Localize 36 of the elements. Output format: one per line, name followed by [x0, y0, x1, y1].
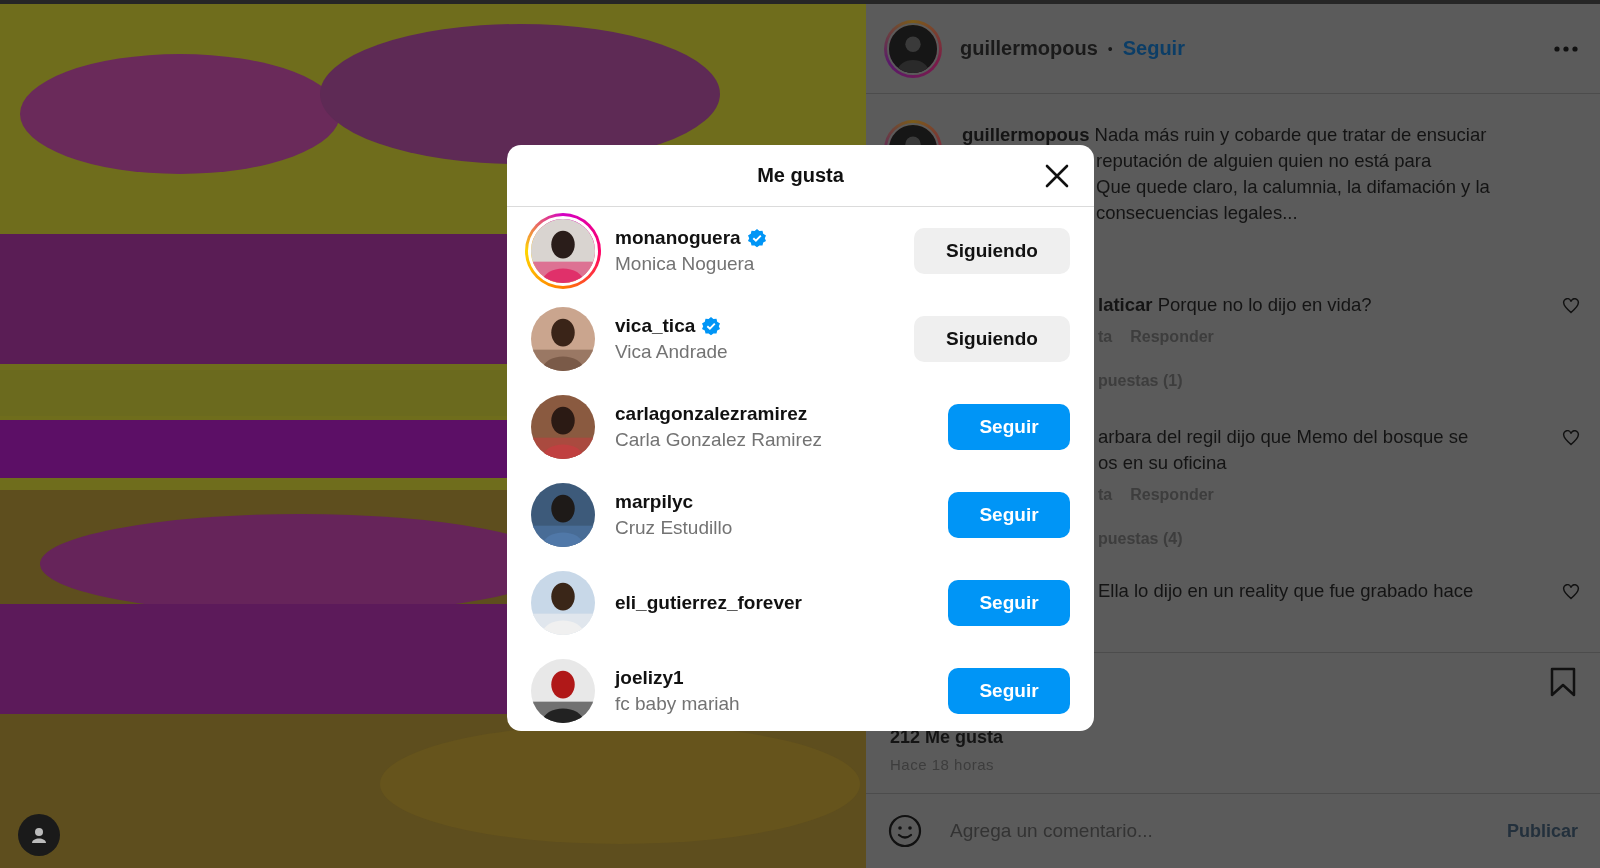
full-name: Cruz Estudillo — [615, 517, 733, 539]
heart-icon[interactable] — [1562, 430, 1580, 446]
heart-icon[interactable] — [1562, 584, 1580, 600]
username[interactable]: eli_gutierrez_forever — [615, 592, 802, 614]
separator-dot: • — [1107, 40, 1113, 57]
username[interactable]: joelizy1 — [615, 667, 684, 689]
comment-text: Ella lo dijo en un reality que fue grabado hace — [1098, 579, 1474, 603]
comment-text: arbara del regil dijo que Memo del bosque se — [1098, 425, 1469, 449]
full-name: Vica Andrade — [615, 341, 728, 363]
full-name: Carla Gonzalez Ramirez — [615, 429, 822, 451]
full-name: fc baby mariah — [615, 693, 740, 715]
comment-text: os en su oficina — [1098, 451, 1227, 475]
username[interactable]: vica_tica — [615, 315, 696, 337]
caption-text: guillermopous Nada más ruin y cobarde que tratar de ensuciar — [962, 123, 1487, 147]
follow-link[interactable]: Seguir — [1122, 37, 1185, 60]
close-icon[interactable] — [1044, 163, 1070, 189]
follow-button[interactable]: Seguir — [948, 668, 1070, 714]
follow-button[interactable]: Seguir — [948, 580, 1070, 626]
dialog-title: Me gusta — [757, 164, 844, 187]
follow-button[interactable]: Siguiendo — [914, 316, 1070, 362]
caption-text: consecuencias legales... — [1096, 201, 1298, 225]
username[interactable]: carlagonzalezramirez — [615, 403, 808, 425]
username[interactable]: marpilyc — [615, 491, 694, 513]
emoji-icon[interactable] — [888, 814, 922, 848]
username[interactable]: monanoguera — [615, 227, 741, 249]
follow-button[interactable]: Seguir — [948, 404, 1070, 450]
comment-text: laticar Porque no lo dijo en vida? — [1098, 293, 1372, 317]
heart-icon[interactable] — [1562, 298, 1580, 314]
caption-text: Que quede claro, la calumnia, la difamación y la — [1096, 175, 1490, 199]
follow-button[interactable]: Siguiendo — [914, 228, 1070, 274]
bookmark-icon[interactable] — [1550, 667, 1576, 697]
follow-button[interactable]: Seguir — [948, 492, 1070, 538]
full-name: Monica Noguera — [615, 253, 755, 275]
username[interactable]: guillermopous — [960, 37, 1098, 60]
caption-text: reputación de alguien quien no está para — [1096, 149, 1432, 173]
more-icon[interactable] — [1554, 45, 1578, 52]
